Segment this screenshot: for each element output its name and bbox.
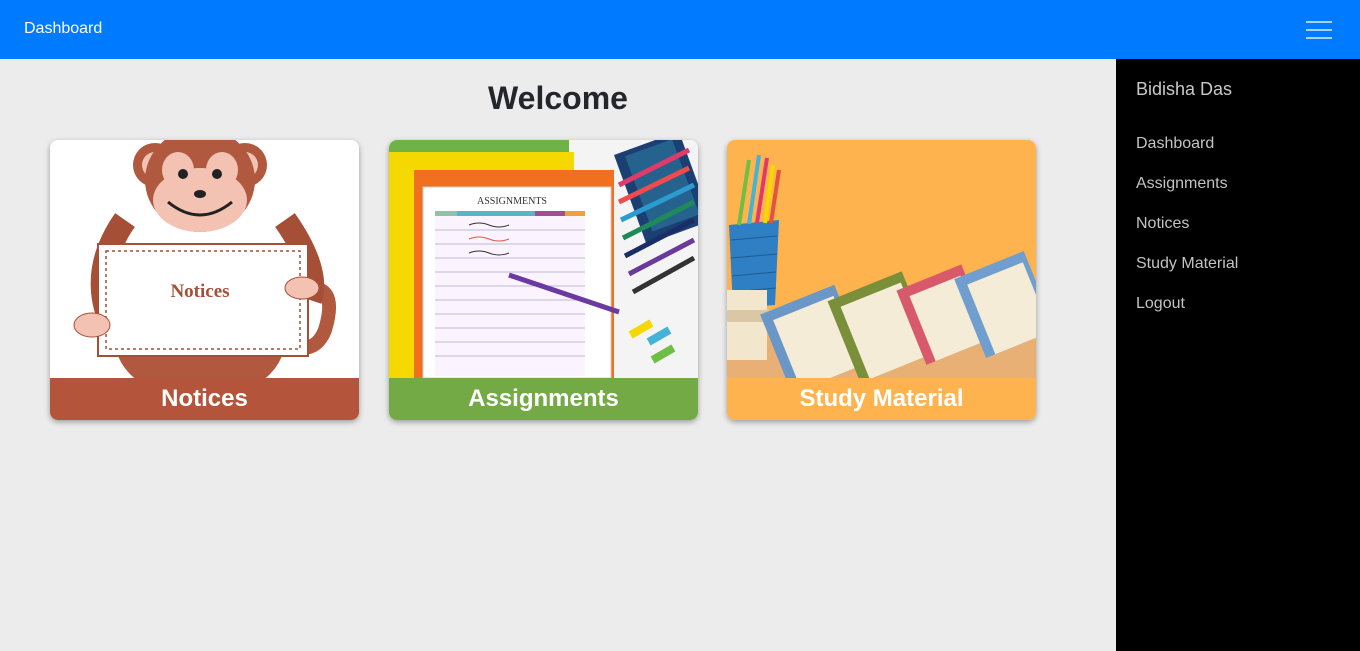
sidebar-item-notices[interactable]: Notices — [1136, 215, 1189, 233]
navbar-brand[interactable]: Dashboard — [24, 20, 102, 38]
notices-card[interactable]: Notices Notices — [50, 140, 359, 420]
assignments-sheet-title: ASSIGNMENTS — [477, 196, 547, 207]
notices-card-label: Notices — [50, 378, 359, 420]
user-name: Bidisha Das — [1136, 79, 1233, 99]
study-material-card[interactable]: Study Material — [727, 140, 1036, 420]
sidebar-item-assignments[interactable]: Assignments — [1136, 175, 1228, 193]
hamburger-icon[interactable] — [1306, 19, 1332, 41]
sidebar-item-study-material[interactable]: Study Material — [1136, 255, 1238, 273]
notices-sign-text: Notices — [170, 281, 229, 302]
sidebar-item-logout[interactable]: Logout — [1136, 295, 1185, 313]
sidebar: Bidisha Das Dashboard Assignments Notice… — [1116, 59, 1360, 651]
assignments-card[interactable]: ASSIGNMENTS Assignments — [389, 140, 698, 420]
monkey-notice-illustration: Notices — [50, 140, 359, 378]
assignments-card-label: Assignments — [389, 378, 698, 420]
page-title: Welcome — [488, 80, 628, 116]
top-navbar: Dashboard — [0, 0, 1360, 59]
books-illustration — [727, 140, 1036, 378]
assignments-illustration: ASSIGNMENTS — [389, 140, 698, 378]
study-material-card-label: Study Material — [727, 378, 1036, 420]
sidebar-item-dashboard[interactable]: Dashboard — [1136, 135, 1214, 153]
